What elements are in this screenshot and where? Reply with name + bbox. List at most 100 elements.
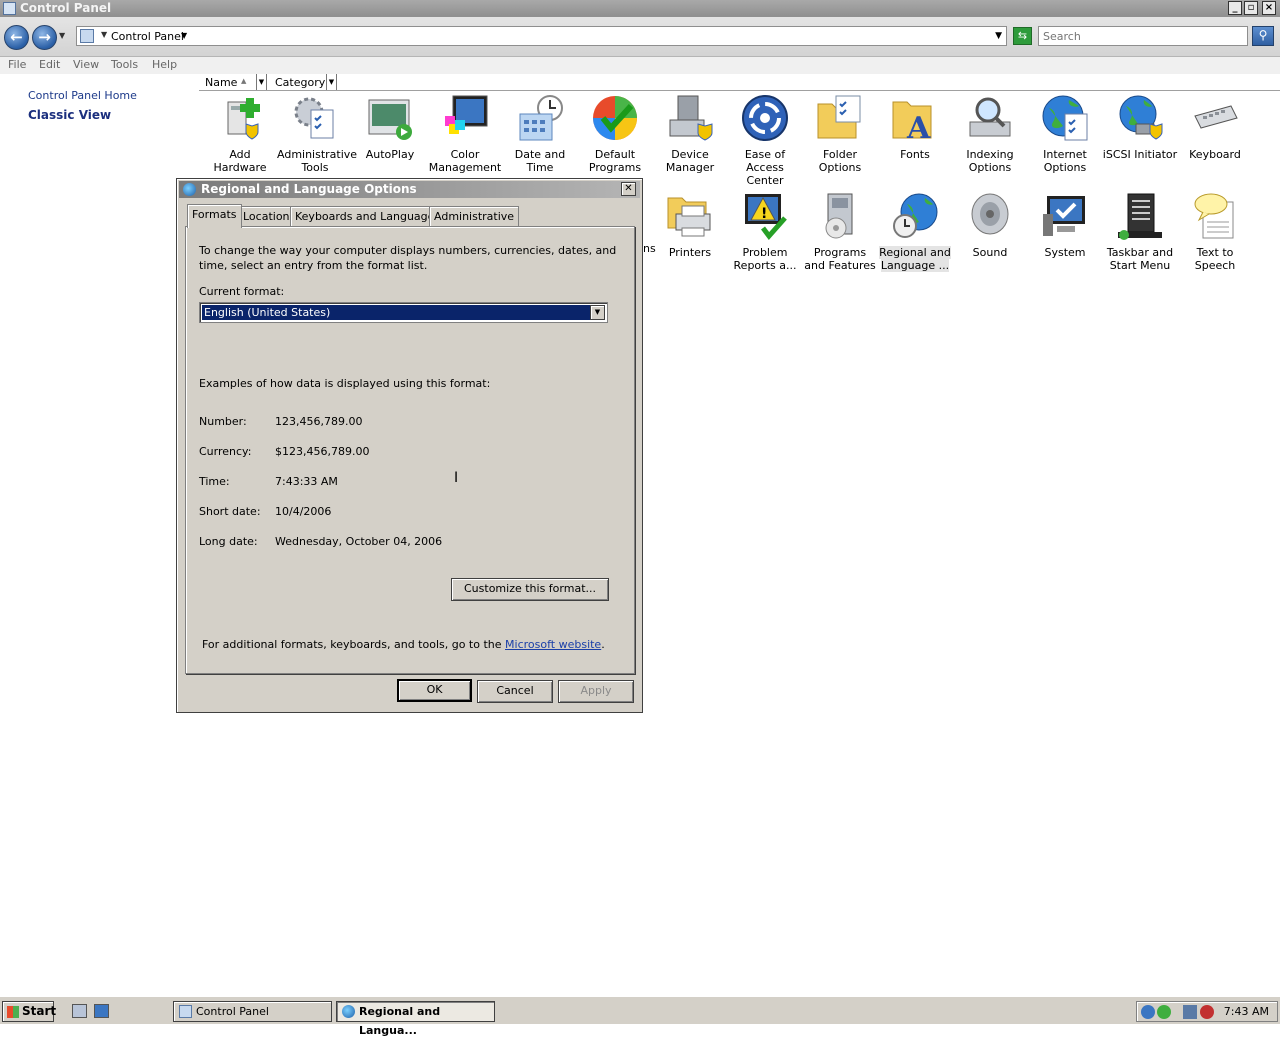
cp-item-taskbar-and-start-menu[interactable]: Taskbar and Start Menu bbox=[1102, 192, 1178, 272]
security-icon[interactable] bbox=[1157, 1005, 1171, 1019]
task-control-panel[interactable]: Control Panel bbox=[173, 1001, 332, 1022]
chevron-down-icon[interactable]: ▼ bbox=[181, 31, 187, 40]
menu-edit[interactable]: Edit bbox=[39, 58, 60, 71]
tab-keyboards-and-languages[interactable]: Keyboards and Languages bbox=[290, 206, 446, 226]
recent-pages-dropdown[interactable]: ▼ bbox=[59, 31, 65, 40]
chevron-down-icon[interactable]: ▼ bbox=[101, 30, 107, 39]
cancel-button[interactable]: Cancel bbox=[477, 680, 553, 703]
internet-options-icon bbox=[1042, 95, 1088, 141]
tab-administrative[interactable]: Administrative bbox=[429, 206, 520, 226]
example-number-label: Number: bbox=[199, 415, 247, 428]
address-box[interactable]: ▼ Control Panel ▼ ▼ bbox=[76, 26, 1007, 46]
administrative-tools-icon bbox=[294, 97, 334, 139]
clock[interactable]: 7:43 AM bbox=[1224, 1005, 1269, 1018]
dialog-close-button[interactable]: ✕ bbox=[621, 182, 636, 196]
example-number-value: 123,456,789.00 bbox=[275, 415, 363, 428]
windows-logo-icon bbox=[7, 1006, 19, 1018]
microsoft-website-link[interactable]: Microsoft website bbox=[505, 638, 601, 651]
cp-item-indexing-options[interactable]: Indexing Options bbox=[952, 94, 1028, 174]
address-history-dropdown[interactable]: ▼ bbox=[995, 31, 1002, 41]
example-time-label: Time: bbox=[199, 475, 230, 488]
cp-item-text-to-speech[interactable]: Text to Speech bbox=[1177, 192, 1253, 272]
cp-item-folder-options[interactable]: Folder Options bbox=[802, 94, 878, 174]
cp-item-color-management[interactable]: Color Management bbox=[427, 94, 503, 174]
address-toolbar: ← → ▼ ▼ Control Panel ▼ ▼ ⇆ ⚲ bbox=[0, 17, 1280, 57]
window-title: Control Panel bbox=[20, 1, 112, 15]
intro-text: To change the way your computer displays… bbox=[199, 244, 617, 272]
color-management-icon bbox=[445, 95, 488, 134]
breadcrumb-control-panel[interactable]: Control Panel bbox=[111, 30, 184, 43]
cp-item-default-programs[interactable]: Default Programs bbox=[577, 94, 653, 174]
svg-text:A: A bbox=[906, 111, 931, 142]
add-hardware-icon bbox=[227, 98, 260, 140]
cp-item-autoplay[interactable]: AutoPlay bbox=[352, 94, 428, 161]
menu-view[interactable]: View bbox=[73, 58, 99, 71]
tab-formats[interactable]: Formats bbox=[187, 204, 242, 228]
example-short-date-value: 10/4/2006 bbox=[275, 505, 332, 518]
current-format-select[interactable]: English (United States) ▼ bbox=[199, 302, 608, 323]
example-currency-label: Currency: bbox=[199, 445, 252, 458]
column-name-dropdown[interactable]: ▼ bbox=[256, 74, 267, 90]
close-button[interactable]: × bbox=[1262, 1, 1276, 15]
chevron-down-icon[interactable]: ▼ bbox=[590, 305, 605, 320]
column-header-name[interactable]: Name bbox=[201, 74, 241, 90]
column-header-category[interactable]: Category bbox=[271, 74, 329, 90]
cp-item-printers[interactable]: Printers bbox=[652, 192, 728, 259]
cp-item-device-manager[interactable]: Device Manager bbox=[652, 94, 728, 174]
show-desktop-icon[interactable] bbox=[94, 1004, 109, 1018]
control-panel-home-link[interactable]: Control Panel Home bbox=[28, 89, 137, 102]
cp-item-administrative-tools[interactable]: Administrative Tools bbox=[277, 94, 357, 174]
footer-text-start: For additional formats, keyboards, and t… bbox=[202, 638, 502, 651]
dialog-title: Regional and Language Options bbox=[201, 182, 417, 196]
network-icon[interactable] bbox=[1141, 1005, 1155, 1019]
menu-help[interactable]: Help bbox=[152, 58, 177, 71]
autoplay-icon bbox=[368, 99, 412, 140]
ok-button[interactable]: OK bbox=[397, 679, 472, 702]
cp-item-keyboard[interactable]: Keyboard bbox=[1177, 94, 1253, 161]
cp-item-fonts[interactable]: A Fonts bbox=[877, 94, 953, 161]
globe-icon bbox=[342, 1005, 355, 1018]
server-manager-icon[interactable] bbox=[72, 1004, 87, 1018]
cp-item-regional-and-language[interactable]: Regional and Language ... bbox=[877, 192, 953, 272]
task-regional-language[interactable]: Regional and Langua... bbox=[336, 1001, 495, 1037]
start-label: Start bbox=[22, 1004, 57, 1018]
menu-file[interactable]: File bbox=[8, 58, 26, 71]
menu-tools[interactable]: Tools bbox=[111, 58, 138, 71]
network-connection-icon[interactable] bbox=[1183, 1005, 1197, 1019]
minimize-button[interactable]: _ bbox=[1228, 1, 1242, 15]
column-category-dropdown[interactable]: ▼ bbox=[326, 74, 337, 90]
search-button[interactable]: ⚲ bbox=[1252, 26, 1274, 46]
regional-language-icon bbox=[893, 193, 938, 238]
back-button[interactable]: ← bbox=[4, 25, 29, 50]
refresh-button[interactable]: ⇆ bbox=[1013, 27, 1032, 45]
tab-location[interactable]: Location bbox=[238, 206, 295, 226]
text-cursor-icon: I bbox=[454, 470, 459, 486]
apply-button[interactable]: Apply bbox=[558, 680, 634, 703]
forward-button[interactable]: → bbox=[32, 25, 57, 50]
cp-item-date-and-time[interactable]: Date and Time bbox=[502, 94, 578, 174]
footer-text-end: . bbox=[601, 638, 605, 651]
cp-item-system[interactable]: System bbox=[1027, 192, 1103, 259]
maximize-button[interactable]: ▫ bbox=[1244, 1, 1258, 15]
example-time-value: 7:43:33 AM bbox=[275, 475, 338, 488]
formats-panel: To change the way your computer displays… bbox=[185, 226, 635, 674]
svg-text:!: ! bbox=[761, 206, 767, 222]
start-button[interactable]: Start bbox=[2, 1001, 57, 1022]
customize-format-button[interactable]: Customize this format... bbox=[451, 578, 609, 601]
printers-icon bbox=[667, 197, 711, 237]
example-currency-value: $123,456,789.00 bbox=[275, 445, 370, 458]
cp-item-iscsi-initiator[interactable]: iSCSI Initiator bbox=[1102, 94, 1178, 161]
footer-text: For additional formats, keyboards, and t… bbox=[202, 637, 605, 652]
cp-item-internet-options[interactable]: Internet Options bbox=[1027, 94, 1103, 174]
volume-muted-icon[interactable] bbox=[1200, 1005, 1214, 1019]
dialog-titlebar[interactable]: Regional and Language Options ✕ bbox=[179, 181, 640, 198]
example-long-date-label: Long date: bbox=[199, 535, 258, 548]
cp-item-ease-of-access-center[interactable]: Ease of Access Center bbox=[727, 94, 803, 187]
cp-item-programs-and-features[interactable]: Programs and Features bbox=[802, 192, 878, 272]
cp-item-problem-reports[interactable]: ! Problem Reports a... bbox=[727, 192, 803, 272]
programs-features-icon bbox=[825, 193, 853, 239]
cp-item-add-hardware[interactable]: Add Hardware bbox=[202, 94, 278, 174]
search-input[interactable] bbox=[1038, 26, 1248, 46]
cp-item-sound[interactable]: Sound bbox=[952, 192, 1028, 259]
classic-view-link[interactable]: Classic View bbox=[28, 108, 111, 122]
